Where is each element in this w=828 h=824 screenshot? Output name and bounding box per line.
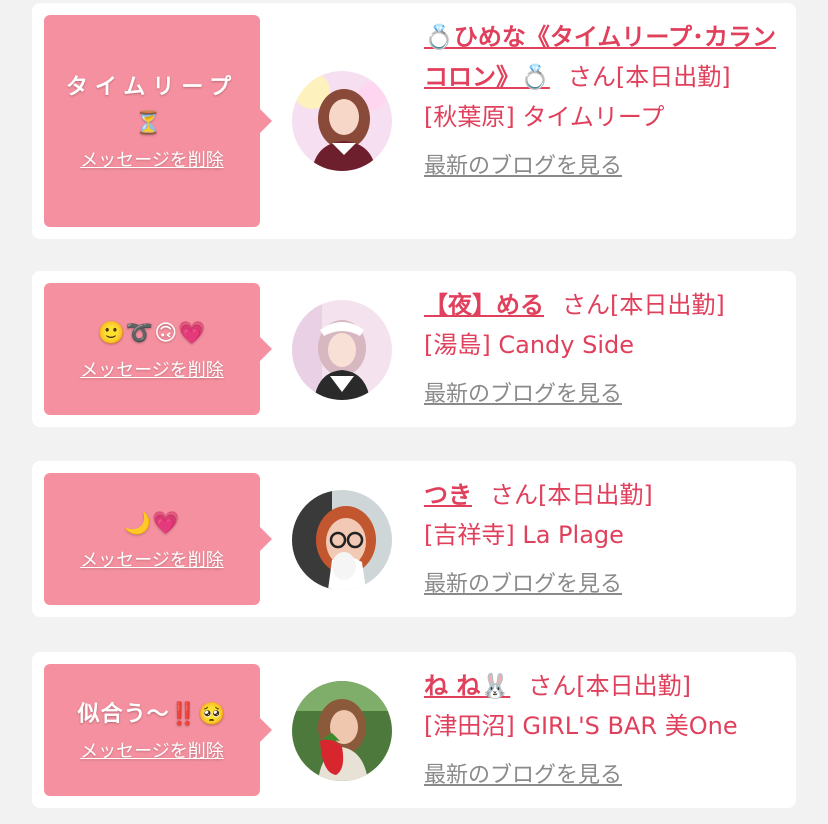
store-name: [津田沼] GIRL'S BAR 美One <box>424 712 738 740</box>
message-bubble: 似合う〜‼️🥺 メッセージを削除 <box>44 664 272 796</box>
cast-info: ね ね🐰 さん[本日出勤] [津田沼] GIRL'S BAR 美One 最新のブロ… <box>424 666 784 796</box>
cast-card: タイムリープ⏳ メッセージを削除 💍ひめな《タイムリープ･カランコロン》💍 さん[… <box>32 3 796 239</box>
latest-blog-link[interactable]: 最新のブログを見る <box>424 375 622 415</box>
avatar[interactable] <box>292 681 392 781</box>
message-bubble: 🌙💗 メッセージを削除 <box>44 473 272 605</box>
latest-blog-link[interactable]: 最新のブログを見る <box>424 147 622 187</box>
work-status: [本日出勤] <box>615 63 731 91</box>
delete-message-link[interactable]: メッセージを削除 <box>80 546 224 572</box>
honorific: さん <box>567 63 616 91</box>
cast-name-link[interactable]: ね ね🐰 <box>424 672 510 700</box>
honorific: さん <box>562 291 610 319</box>
message-text: 🙂➰🙃💗 <box>97 321 207 346</box>
store-name: [吉祥寺] La Plage <box>424 521 624 549</box>
honorific: さん <box>490 481 538 509</box>
latest-blog-link[interactable]: 最新のブログを見る <box>424 565 622 605</box>
store-name: [湯島] Candy Side <box>424 331 634 359</box>
cast-name-link[interactable]: つき <box>424 481 472 509</box>
delete-message-link[interactable]: メッセージを削除 <box>80 737 224 763</box>
store-name: [秋葉原] タイムリープ <box>424 103 665 131</box>
cast-info: つき さん[本日出勤] [吉祥寺] La Plage 最新のブログを見る <box>424 475 784 605</box>
work-status: [本日出勤] <box>576 672 691 700</box>
work-status: [本日出勤] <box>538 481 653 509</box>
honorific: さん <box>528 672 577 700</box>
delete-message-link[interactable]: メッセージを削除 <box>80 146 224 172</box>
work-status: [本日出勤] <box>610 291 725 319</box>
avatar[interactable] <box>292 490 392 590</box>
cast-info: 【夜】める さん[本日出勤] [湯島] Candy Side 最新のブログを見る <box>424 285 784 415</box>
message-bubble: タイムリープ⏳ メッセージを削除 <box>44 15 272 227</box>
cast-card: 🌙💗 メッセージを削除 つき さん[本日出勤] [吉祥寺] La Plage 最新… <box>32 461 796 617</box>
cast-card: 似合う〜‼️🥺 メッセージを削除 ね ね🐰 さん[本日出勤] [津田沼] GIRL… <box>32 652 796 808</box>
message-bubble: 🙂➰🙃💗 メッセージを削除 <box>44 283 272 415</box>
avatar[interactable] <box>292 300 392 400</box>
message-text: タイムリープ⏳ <box>65 75 239 136</box>
message-text: 似合う〜‼️🥺 <box>77 702 227 727</box>
cast-name-link[interactable]: 【夜】める <box>424 291 544 319</box>
latest-blog-link[interactable]: 最新のブログを見る <box>424 756 622 796</box>
favorite-cast-list: タイムリープ⏳ メッセージを削除 💍ひめな《タイムリープ･カランコロン》💍 さん[… <box>0 0 828 824</box>
cast-info: 💍ひめな《タイムリープ･カランコロン》💍 さん[本日出勤] [秋葉原] タイムリー… <box>424 17 784 187</box>
cast-card: 🙂➰🙃💗 メッセージを削除 【夜】める さん[本日出勤] [湯島] Candy S… <box>32 271 796 427</box>
message-text: 🌙💗 <box>123 511 181 536</box>
delete-message-link[interactable]: メッセージを削除 <box>80 356 224 382</box>
avatar[interactable] <box>292 71 392 171</box>
